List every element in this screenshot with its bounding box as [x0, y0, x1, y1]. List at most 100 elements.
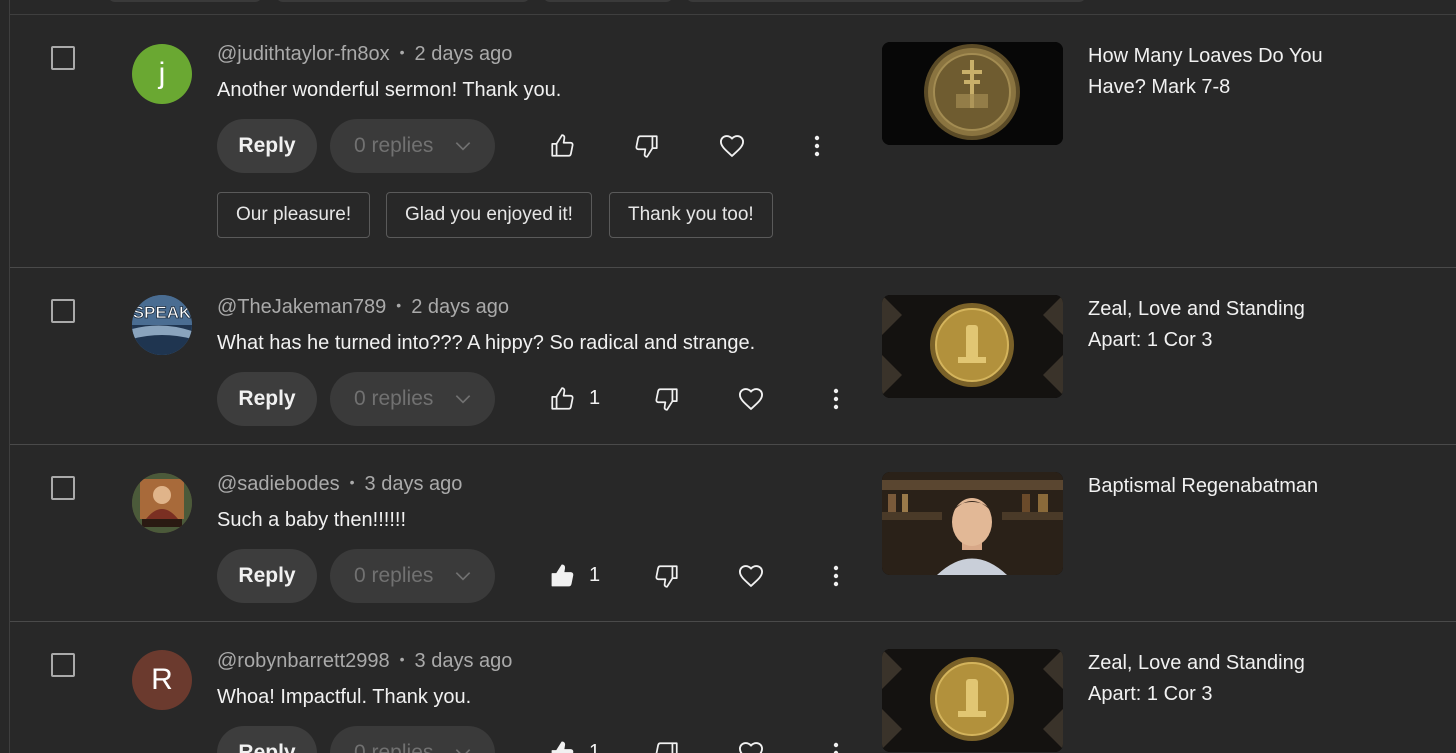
- comment-time[interactable]: 3 days ago: [365, 473, 463, 495]
- meta-separator: •: [396, 297, 402, 313]
- video-thumbnail[interactable]: [882, 649, 1063, 752]
- heart-button[interactable]: [731, 379, 771, 419]
- meta-separator: •: [399, 44, 405, 60]
- chevron-down-icon: [455, 749, 471, 753]
- replies-label: 0 replies: [354, 387, 434, 410]
- heart-button[interactable]: [731, 556, 771, 596]
- filter-chip[interactable]: [543, 0, 673, 2]
- heart-button[interactable]: [731, 733, 771, 753]
- replies-dropdown[interactable]: 0 replies: [330, 372, 495, 426]
- comment-meta: @sadiebodes • 3 days ago: [217, 473, 462, 496]
- reply-button[interactable]: Reply: [217, 372, 317, 426]
- select-checkbox[interactable]: [51, 299, 75, 323]
- select-checkbox[interactable]: [51, 476, 75, 500]
- medallion-thumbnail-image: [882, 295, 1063, 398]
- reply-button[interactable]: Reply: [217, 119, 317, 173]
- author-handle[interactable]: @TheJakeman789: [217, 296, 386, 318]
- filter-chip[interactable]: [686, 0, 1086, 2]
- more-options-button[interactable]: [816, 733, 856, 753]
- more-options-button[interactable]: [816, 556, 856, 596]
- comment-text: Whoa! Impactful. Thank you.: [217, 686, 472, 708]
- comment-time[interactable]: 2 days ago: [411, 296, 509, 318]
- like-button[interactable]: [542, 733, 582, 753]
- video-title[interactable]: Zeal, Love and Standing Apart: 1 Cor 3: [1088, 648, 1348, 710]
- thumbs-up-filled-icon: [551, 564, 574, 587]
- comment-text: Such a baby then!!!!!!: [217, 509, 407, 531]
- avatar-letter: j: [158, 57, 166, 90]
- filter-chip[interactable]: [108, 0, 262, 2]
- chevron-down-icon: [455, 572, 471, 581]
- avatar-image: [132, 473, 192, 533]
- avatar[interactable]: R: [132, 650, 192, 710]
- more-options-button[interactable]: [797, 126, 837, 166]
- comment-meta: @judithtaylor-fn8ox • 2 days ago: [217, 43, 512, 66]
- speaker-thumbnail-image: [882, 472, 1063, 575]
- select-checkbox[interactable]: [51, 653, 75, 677]
- dislike-button[interactable]: [647, 379, 687, 419]
- comment-row: SPEAK @TheJakeman789 • 2 days ago What has…: [10, 268, 1456, 445]
- comment-meta: @TheJakeman789 • 2 days ago: [217, 296, 509, 319]
- comment-time[interactable]: 2 days ago: [415, 43, 513, 65]
- chevron-down-icon: [455, 395, 471, 404]
- meta-separator: •: [349, 474, 355, 490]
- select-checkbox[interactable]: [51, 46, 75, 70]
- heart-icon: [738, 565, 764, 588]
- video-title[interactable]: How Many Loaves Do You Have? Mark 7-8: [1088, 41, 1348, 103]
- chevron-down-icon: [455, 142, 471, 151]
- thumbs-down-icon: [635, 135, 658, 158]
- replies-dropdown[interactable]: 0 replies: [330, 726, 495, 753]
- author-handle[interactable]: @robynbarrett2998: [217, 650, 390, 672]
- video-title[interactable]: Zeal, Love and Standing Apart: 1 Cor 3: [1088, 294, 1348, 356]
- heart-icon: [719, 135, 745, 158]
- dislike-button[interactable]: [647, 733, 687, 753]
- suggested-reply-chip[interactable]: Our pleasure!: [217, 192, 371, 238]
- video-title[interactable]: Baptismal Regenabatman: [1088, 471, 1348, 502]
- more-vert-icon: [833, 388, 839, 410]
- heart-icon: [738, 742, 764, 753]
- filter-chip[interactable]: [276, 0, 530, 2]
- more-options-button[interactable]: [816, 379, 856, 419]
- meta-separator: •: [399, 651, 405, 667]
- author-handle[interactable]: @judithtaylor-fn8ox: [217, 43, 390, 65]
- like-count: 1: [589, 387, 601, 409]
- comment-text: What has he turned into??? A hippy? So r…: [217, 332, 756, 354]
- avatar[interactable]: j: [132, 44, 192, 104]
- suggested-reply-chip[interactable]: Glad you enjoyed it!: [386, 192, 592, 238]
- thumbs-up-icon: [551, 387, 574, 410]
- reply-button[interactable]: Reply: [217, 549, 317, 603]
- dislike-button[interactable]: [647, 556, 687, 596]
- video-thumbnail[interactable]: [882, 42, 1063, 145]
- like-button[interactable]: [542, 126, 582, 166]
- thumbs-down-icon: [655, 565, 678, 588]
- avatar[interactable]: SPEAK: [132, 295, 192, 355]
- reply-button[interactable]: Reply: [217, 726, 317, 753]
- medallion-thumbnail-image: [882, 42, 1063, 145]
- comment-time[interactable]: 3 days ago: [415, 650, 513, 672]
- more-vert-icon: [833, 742, 839, 753]
- avatar-image: SPEAK: [132, 295, 192, 355]
- like-button[interactable]: [542, 379, 582, 419]
- replies-label: 0 replies: [354, 134, 434, 157]
- suggested-reply-chip[interactable]: Thank you too!: [609, 192, 773, 238]
- comment-text: Another wonderful sermon! Thank you.: [217, 79, 562, 101]
- replies-dropdown[interactable]: 0 replies: [330, 119, 495, 173]
- thumbs-up-icon: [551, 134, 574, 157]
- video-thumbnail[interactable]: [882, 472, 1063, 575]
- author-handle[interactable]: @sadiebodes: [217, 473, 340, 495]
- replies-label: 0 replies: [354, 741, 434, 753]
- avatar[interactable]: [132, 473, 192, 533]
- like-count: 1: [589, 741, 601, 753]
- filter-chip-bar: [0, 0, 1456, 2]
- replies-dropdown[interactable]: 0 replies: [330, 549, 495, 603]
- more-vert-icon: [814, 135, 820, 157]
- thumbs-down-icon: [655, 388, 678, 411]
- video-thumbnail[interactable]: [882, 295, 1063, 398]
- comment-row: j @judithtaylor-fn8ox • 2 days ago Another…: [10, 15, 1456, 268]
- like-button[interactable]: [542, 556, 582, 596]
- comment-row: @sadiebodes • 3 days ago Such a baby then!…: [10, 445, 1456, 622]
- medallion-thumbnail-image: [882, 649, 1063, 752]
- dislike-button[interactable]: [627, 126, 667, 166]
- thumbs-up-filled-icon: [551, 741, 574, 753]
- heart-button[interactable]: [712, 126, 752, 166]
- more-vert-icon: [833, 565, 839, 587]
